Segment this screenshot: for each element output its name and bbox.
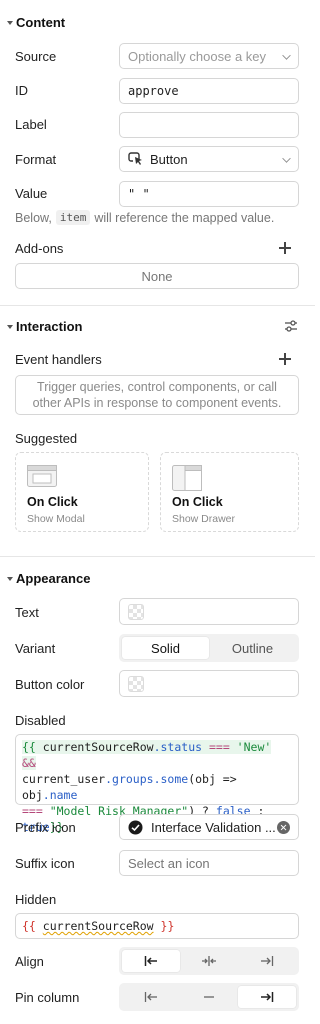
suffix-icon-select[interactable]: Select an icon [119,850,299,876]
code-token: .name [42,788,78,802]
addons-box[interactable]: None [15,263,299,289]
pin-left-icon[interactable] [122,986,180,1008]
pin-right-icon[interactable] [238,986,296,1008]
disabled-label: Disabled [15,713,66,728]
color-swatch[interactable] [128,675,144,692]
label-input[interactable] [119,112,299,138]
code-token: currentSourceRow [42,919,154,933]
code-token: === [22,804,50,818]
code-token: .groups [105,772,154,786]
code-token: {{ [22,740,36,754]
format-label: Format [15,152,57,167]
text-color-input[interactable] [119,598,299,625]
section-header-appearance[interactable]: Appearance [7,571,90,586]
modal-icon [27,465,57,487]
caret-down-icon [7,325,13,329]
addons-value: None [141,268,173,284]
source-label: Source [15,49,57,64]
id-label: ID [15,83,28,98]
hidden-label: Hidden [15,892,57,907]
suffix-icon-placeholder: Select an icon [128,855,210,871]
variant-label: Variant [15,641,56,656]
prefix-icon-select[interactable]: Interface Validation ... [119,814,299,840]
event-handlers-placeholder: Trigger queries, control components, or … [32,380,282,410]
section-title: Content [16,15,66,30]
code-token: === [202,740,237,754]
align-toggle[interactable] [119,947,299,975]
add-addon-icon[interactable] [279,242,291,254]
code-token: .some [153,772,189,786]
code-token: }} [160,919,175,933]
variant-option-outline[interactable]: Outline [209,637,296,659]
check-circle-icon [128,820,143,835]
code-line: {{ currentSourceRow.status === 'New' && [22,740,272,770]
source-select[interactable]: Optionally choose a key [119,43,299,69]
format-value: Button [150,151,188,167]
pin-column-toggle[interactable] [119,983,299,1011]
hint-after: will reference the mapped value. [94,210,275,225]
hint-before: Below, [15,210,52,225]
card-title: On Click [172,495,223,509]
prefix-icon-label: Prefix icon [15,820,76,835]
clear-icon[interactable] [277,821,290,834]
chevron-down-icon [282,51,291,60]
card-subtitle: Show Drawer [172,513,236,525]
add-event-handler-icon[interactable] [279,353,291,365]
section-header-content[interactable]: Content [7,15,65,30]
caret-down-icon [7,577,13,581]
prefix-icon-value: Interface Validation ... [151,819,276,835]
code-token: && [22,756,36,770]
pin-column-label: Pin column [15,990,80,1005]
id-input[interactable]: approve [119,78,299,104]
suggested-card-drawer[interactable]: On Click Show Drawer [160,452,299,532]
section-header-interaction[interactable]: Interaction [7,319,82,334]
code-token: currentSourceRow [42,740,154,754]
hint-code: item [55,210,91,225]
variant-toggle[interactable]: Solid Outline [119,634,299,662]
source-placeholder: Optionally choose a key [128,48,267,64]
value-input[interactable]: " " [119,181,299,207]
button-color-input[interactable] [119,670,299,697]
disabled-code-editor[interactable]: {{ currentSourceRow.status === 'New' && … [15,734,299,834]
divider [0,305,315,306]
format-select[interactable]: Button [119,146,299,172]
variant-option-solid[interactable]: Solid [122,637,209,659]
color-swatch[interactable] [128,603,144,620]
id-value: approve [128,84,179,98]
align-center-icon[interactable] [180,950,238,972]
value-hint: Below, item will reference the mapped va… [15,210,274,225]
event-handlers-label: Event handlers [15,352,102,367]
suffix-icon-label: Suffix icon [15,856,75,871]
align-label: Align [15,954,44,969]
text-label: Text [15,605,39,620]
caret-down-icon [7,21,13,25]
event-handlers-box[interactable]: Trigger queries, control components, or … [15,375,299,415]
addons-label: Add-ons [15,241,64,256]
drawer-icon [172,465,202,491]
code-token: 'New' [236,740,272,754]
label-label: Label [15,117,47,132]
button-color-label: Button color [15,677,85,692]
section-title: Appearance [16,571,91,586]
sliders-icon[interactable] [284,319,298,333]
value-value: " " [128,187,150,201]
pin-none-icon[interactable] [180,986,238,1008]
code-token: .status [153,740,203,754]
divider [0,556,315,557]
value-label: Value [15,186,48,201]
align-left-icon[interactable] [122,950,180,972]
code-token: {{ [22,919,36,933]
card-title: On Click [27,495,78,509]
section-title: Interaction [16,319,83,334]
align-right-icon[interactable] [238,950,296,972]
hidden-code-editor[interactable]: {{ currentSourceRow }} [15,913,299,939]
code-token: current_user [22,772,106,786]
suggested-card-modal[interactable]: On Click Show Modal [15,452,149,532]
chevron-down-icon [282,154,291,163]
suggested-label: Suggested [15,431,78,446]
cursor-click-icon [128,152,144,166]
card-subtitle: Show Modal [27,513,85,525]
